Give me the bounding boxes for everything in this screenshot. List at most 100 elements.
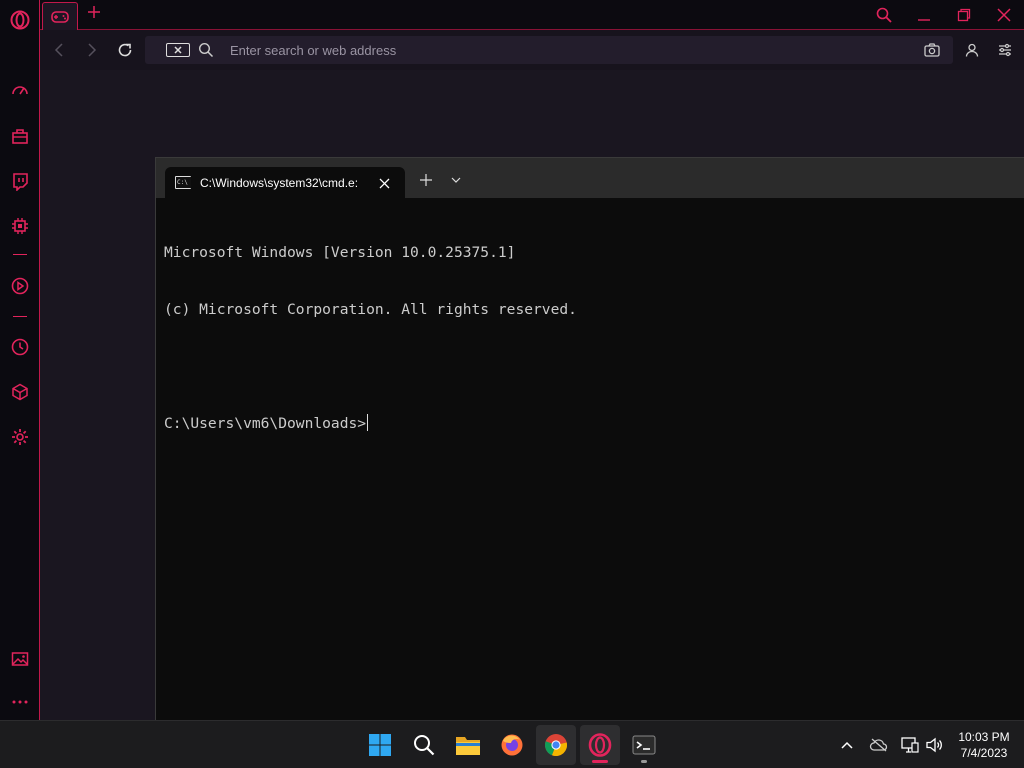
user-icon [965, 43, 979, 57]
opera-logo-icon [10, 10, 30, 30]
opera-gx-button[interactable] [580, 725, 620, 765]
terminal-prompt: C:\Users\vm6\Downloads> [164, 415, 367, 432]
gx-corner-button[interactable] [8, 124, 32, 148]
taskbar-clock[interactable]: 10:03 PM 7/4/2023 [948, 729, 1020, 761]
volume-icon [926, 737, 942, 753]
cloud-off-icon [869, 738, 888, 752]
terminal-tab-title: C:\Windows\system32\cmd.e: [200, 176, 359, 190]
settings-button[interactable] [8, 425, 32, 449]
show-hidden-icons-button[interactable] [837, 735, 857, 755]
hardware-limiter-button[interactable] [8, 214, 32, 238]
start-button[interactable] [360, 725, 400, 765]
profile-button[interactable] [962, 40, 982, 60]
clock-date: 7/4/2023 [960, 746, 1008, 760]
browser-sidebar [0, 0, 40, 720]
gamepad-icon [51, 10, 69, 23]
network-icon [901, 737, 919, 753]
opera-menu-button[interactable] [8, 8, 32, 32]
plus-icon [88, 6, 100, 18]
terminal-titlebar: C:\Windows\system32\cmd.e: [156, 158, 1024, 198]
chevron-right-icon [88, 43, 97, 57]
search-icon [198, 42, 214, 58]
restore-icon [957, 8, 971, 22]
windows-logo-icon [369, 734, 391, 756]
camera-icon [924, 43, 940, 57]
minimize-button[interactable] [912, 3, 936, 27]
chrome-icon [545, 734, 568, 757]
firefox-button[interactable] [492, 725, 532, 765]
taskbar: 10:03 PM 7/4/2023 [0, 720, 1024, 768]
cube-icon [12, 383, 28, 401]
terminal-dropdown-button[interactable] [446, 170, 466, 190]
browser-toolbar [40, 30, 1024, 70]
new-tab-button[interactable] [84, 4, 104, 24]
network-button[interactable] [900, 735, 920, 755]
reload-icon [118, 43, 132, 57]
text-cursor [367, 414, 369, 431]
chrome-button[interactable] [536, 725, 576, 765]
chevron-left-icon [54, 43, 63, 57]
cpu-chip-icon [12, 218, 28, 234]
terminal-line: (c) Microsoft Corporation. All rights re… [164, 301, 577, 318]
twitch-icon [13, 173, 28, 191]
file-explorer-button[interactable] [448, 725, 488, 765]
snapshot-button[interactable] [924, 42, 942, 58]
terminal-new-tab-button[interactable] [416, 170, 436, 190]
play-circle-icon [11, 277, 29, 295]
gear-icon [12, 429, 28, 445]
more-dots-icon [12, 700, 28, 704]
search-icon [414, 735, 435, 756]
speedometer-icon [12, 86, 28, 95]
sidebar-separator [13, 254, 27, 255]
terminal-prompt-line: C:\Users\vm6\Downloads> [164, 414, 1014, 433]
clock-time: 10:03 PM [958, 730, 1010, 744]
minimize-icon [918, 19, 930, 21]
search-tabs-button[interactable] [872, 3, 896, 27]
terminal-line: Microsoft Windows [Version 10.0.25375.1] [164, 244, 516, 261]
player-button[interactable] [8, 274, 32, 298]
reload-button[interactable] [115, 40, 135, 60]
address-bar [145, 36, 953, 64]
active-app-indicator [592, 760, 608, 763]
image-icon [11, 652, 29, 666]
terminal-window: C:\Windows\system32\cmd.e: Microsoft Win… [155, 157, 1024, 720]
terminal-output[interactable]: Microsoft Windows [Version 10.0.25375.1]… [164, 205, 1014, 705]
more-button[interactable] [8, 688, 32, 712]
forward-button[interactable] [82, 40, 102, 60]
chevron-down-icon [451, 177, 461, 183]
restore-button[interactable] [952, 3, 976, 27]
easy-setup-button[interactable] [995, 40, 1015, 60]
close-icon [379, 178, 389, 188]
search-button[interactable] [404, 725, 444, 765]
browser-tab-bar [40, 0, 1024, 30]
volume-button[interactable] [925, 735, 945, 755]
close-icon [997, 8, 1011, 22]
sliders-icon [999, 43, 1011, 57]
game-store-icon [12, 129, 28, 144]
plus-icon [420, 174, 432, 186]
clear-icon [174, 46, 182, 54]
extensions-button[interactable] [8, 380, 32, 404]
search-icon [876, 7, 892, 23]
history-button[interactable] [8, 335, 32, 359]
gx-control-button[interactable] [8, 78, 32, 102]
clock-icon [11, 338, 29, 356]
speed-dial-button[interactable] [166, 43, 190, 57]
gx-tab[interactable] [42, 2, 78, 30]
terminal-tab[interactable]: C:\Windows\system32\cmd.e: [165, 167, 405, 198]
address-input[interactable] [230, 36, 830, 64]
sidebar-separator [13, 316, 27, 317]
close-tab-button[interactable] [375, 174, 393, 192]
wallpaper-button[interactable] [8, 647, 32, 671]
back-button[interactable] [49, 40, 69, 60]
twitch-button[interactable] [8, 169, 32, 193]
firefox-icon [501, 734, 523, 756]
onedrive-button[interactable] [869, 735, 889, 755]
opera-gx-icon [588, 733, 612, 757]
cmd-icon [175, 176, 191, 189]
terminal-button[interactable] [624, 725, 664, 765]
terminal-icon [632, 735, 656, 755]
chevron-up-icon [841, 741, 853, 749]
close-window-button[interactable] [992, 3, 1016, 27]
